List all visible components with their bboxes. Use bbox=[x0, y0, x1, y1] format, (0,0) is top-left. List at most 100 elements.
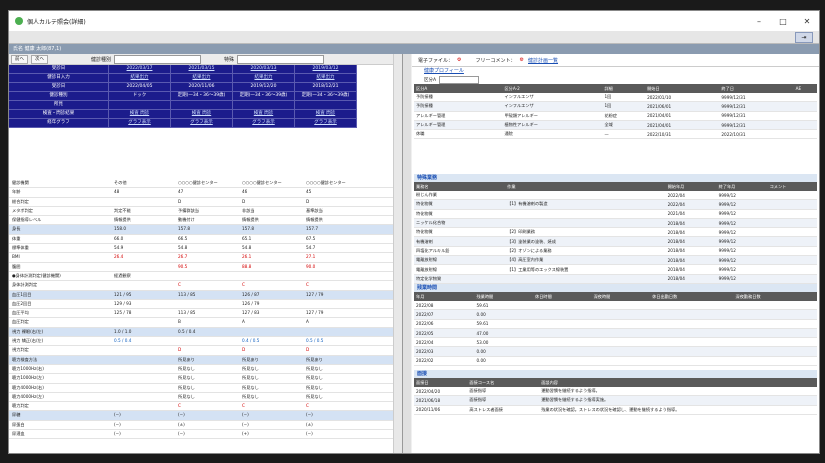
table-row[interactable]: 特化物質 2021/04 9999/12 bbox=[414, 209, 817, 219]
table-row[interactable]: 2022/04 53.00 bbox=[414, 337, 817, 348]
table-cell bbox=[533, 301, 592, 311]
table-row[interactable]: 有機溶剤 【3】塗装業の塗装、焼成 2018/04 9999/12 bbox=[414, 236, 817, 247]
special-select[interactable] bbox=[237, 54, 325, 64]
column-header[interactable]: コメント bbox=[767, 182, 817, 191]
table-cell: インフルエンザ bbox=[502, 101, 603, 112]
table-cell bbox=[650, 337, 734, 348]
table-row[interactable]: 電離放射線 【4】高圧室内作業 2018/04 9999/12 bbox=[414, 255, 817, 266]
table-row[interactable]: 2020/11/06 高ストレス者面接 残業の状況を確認。ストレスの状況を確認し、運… bbox=[414, 405, 817, 415]
close-button[interactable]: ✕ bbox=[795, 17, 819, 26]
result-value bbox=[112, 393, 176, 401]
column-header[interactable]: 業務名 bbox=[414, 182, 506, 191]
table-row[interactable]: 休職 通院 —2022/10/31 2022/10/31 bbox=[414, 129, 817, 140]
exit-icon[interactable]: ⇥ bbox=[795, 32, 813, 43]
panel-splitter[interactable] bbox=[403, 54, 411, 453]
table-cell: 植物性アレルギー bbox=[502, 120, 603, 131]
table-row[interactable]: 粉じん作業 2022/04 9999/12 bbox=[414, 191, 817, 201]
interview-title: 面接 bbox=[414, 370, 817, 378]
table-cell bbox=[733, 346, 817, 357]
column-header[interactable]: 休日出勤日数 bbox=[650, 292, 734, 301]
table-row[interactable]: 2022/03 0.00 bbox=[414, 346, 817, 357]
table-row[interactable]: 特化物質 【2】印刷業務 2018/04 9999/12 bbox=[414, 227, 817, 238]
column-header[interactable]: 面接コース名 bbox=[467, 378, 540, 387]
visit-graph[interactable]: グラフ表示 bbox=[109, 119, 171, 128]
visit-kensa[interactable]: 検査 問診 bbox=[171, 110, 233, 119]
health-profile-title[interactable]: 健康プロフィール bbox=[414, 67, 817, 76]
table-row[interactable]: 2022/07 0.00 bbox=[414, 309, 817, 320]
column-header[interactable]: 面接日 bbox=[414, 378, 468, 387]
column-header[interactable]: 休日時間 bbox=[533, 292, 592, 301]
plan-list-link[interactable]: 健診計画一覧 bbox=[528, 57, 558, 64]
column-header[interactable]: 深夜勤務日数 bbox=[733, 292, 817, 301]
result-value: C bbox=[306, 282, 309, 288]
table-cell bbox=[505, 191, 666, 201]
table-row[interactable]: 2021/06/18 面接指導 運動習慣を継続するよう指導実施。 bbox=[414, 395, 817, 406]
table-row[interactable]: 2022/02 0.00 bbox=[414, 356, 817, 367]
table-row[interactable]: 予防接種 インフルエンザ 1回 2021/06/01 9999/12/31 bbox=[414, 101, 817, 112]
result-value: 67.5 bbox=[306, 235, 316, 241]
table-row[interactable]: 2022/04/20 面接指導 運動習慣を継続するよう指導。 bbox=[414, 387, 817, 397]
table-row[interactable]: 2022/08 59.61 bbox=[414, 301, 817, 311]
kind-select[interactable] bbox=[114, 54, 202, 64]
visit-graph[interactable]: グラフ表示 bbox=[171, 119, 233, 128]
column-header[interactable]: AE bbox=[793, 84, 817, 93]
column-header[interactable]: 終了年月 bbox=[716, 182, 768, 191]
next-button[interactable]: 次へ bbox=[31, 54, 48, 64]
column-header[interactable]: 残業時間 bbox=[474, 292, 534, 301]
visit-kensa[interactable]: 検査 問診 bbox=[233, 110, 295, 119]
table-row[interactable]: 2022/06 59.61 bbox=[414, 319, 817, 329]
visit-graph[interactable]: グラフ表示 bbox=[295, 119, 357, 128]
visit-input[interactable]: 結果出力 bbox=[233, 74, 295, 83]
table-row[interactable]: 電離放射線 【1】工業用等のエックス線装置 2018/04 9999/12 bbox=[414, 264, 817, 275]
table-cell: 9999/12 bbox=[716, 218, 768, 229]
column-header[interactable]: 開始年月 bbox=[665, 182, 717, 191]
result-label: 保健指導レベル bbox=[12, 217, 42, 223]
column-header[interactable]: 区分A bbox=[414, 84, 503, 93]
column-header[interactable]: 面談内容 bbox=[539, 378, 817, 387]
visit-input[interactable]: 結果出力 bbox=[295, 74, 357, 83]
result-value: C bbox=[242, 282, 245, 288]
result-label: 聴力4000Hz(右) bbox=[12, 384, 44, 390]
visit-kensa[interactable]: 検査 問診 bbox=[295, 110, 357, 119]
minimize-button[interactable]: – bbox=[747, 17, 771, 26]
column-header[interactable]: 詳細 bbox=[602, 84, 646, 93]
prev-button[interactable]: 前へ bbox=[11, 54, 28, 64]
visit-graph[interactable]: グラフ表示 bbox=[233, 119, 295, 128]
visit-kensa[interactable]: 検査 問診 bbox=[109, 110, 171, 119]
visit-date[interactable]: 2021/03/15 bbox=[171, 65, 233, 74]
left-scrollbar[interactable] bbox=[393, 54, 402, 453]
visit-kind: 定期(一34・36〜39歳) bbox=[233, 92, 295, 101]
visit-date[interactable]: 2019/03/12 bbox=[295, 65, 357, 74]
result-value bbox=[304, 328, 368, 336]
table-row[interactable]: 四塩化アルキル鉛 【2】オゾンによる業務 2018/04 9999/12 bbox=[414, 246, 817, 257]
visit-input[interactable]: 結果出力 bbox=[171, 74, 233, 83]
table-row[interactable]: 特定化学物質 2018/04 9999/12 bbox=[414, 274, 817, 284]
table-row[interactable]: アレルギー管理 植物性アレルギー 全域 2021/04/01 9999/12/31 bbox=[414, 120, 817, 131]
column-header[interactable]: 終了日 bbox=[719, 84, 794, 93]
visit-date[interactable]: 2022/03/17 bbox=[109, 65, 171, 74]
result-label: 年齢 bbox=[12, 189, 21, 195]
result-value: 90.0 bbox=[306, 263, 316, 269]
column-header[interactable]: 年月 bbox=[414, 292, 475, 301]
maximize-button[interactable]: □ bbox=[771, 17, 795, 26]
visit-kind: 定期(一34・36〜39歳) bbox=[171, 92, 233, 101]
result-label: 尿蛋白 bbox=[12, 421, 25, 427]
table-cell: 9999/12 bbox=[716, 255, 768, 266]
table-row[interactable]: 特化物質 【1】有機溶剤の製造 2022/04 9999/12 bbox=[414, 199, 817, 210]
column-header[interactable]: 作業 bbox=[505, 182, 666, 191]
table-row[interactable]: 予防接種 インフルエンザ 1回 2022/01/10 9999/12/31 bbox=[414, 93, 817, 103]
column-header[interactable]: 区分A-2 bbox=[502, 84, 603, 93]
column-header[interactable]: 開始日 bbox=[645, 84, 720, 93]
table-cell: 9999/12/31 bbox=[719, 101, 794, 112]
table-row[interactable]: ニッケル化合物 2018/04 9999/12 bbox=[414, 218, 817, 229]
table-row[interactable]: 2022/05 47.00 bbox=[414, 328, 817, 339]
table-row[interactable]: アレルギー管理 甲殻類アレルギー 花粉症 2021/04/01 9999/12/31 bbox=[414, 111, 817, 121]
result-value: 121 / 95 bbox=[114, 291, 132, 297]
file-icon[interactable]: ⚙ bbox=[457, 57, 461, 63]
filter-select[interactable] bbox=[439, 76, 480, 84]
visit-input[interactable]: 結果出力 bbox=[109, 74, 171, 83]
comment-icon[interactable]: ⚙ bbox=[520, 57, 524, 63]
overtime-table: 年月 残業時間 休日時間 深夜時間 休日出勤日数 深夜勤務日数 2022/08 59.61 20… bbox=[414, 292, 817, 367]
visit-date[interactable]: 2020/03/13 bbox=[233, 65, 295, 74]
column-header[interactable]: 深夜時間 bbox=[591, 292, 651, 301]
